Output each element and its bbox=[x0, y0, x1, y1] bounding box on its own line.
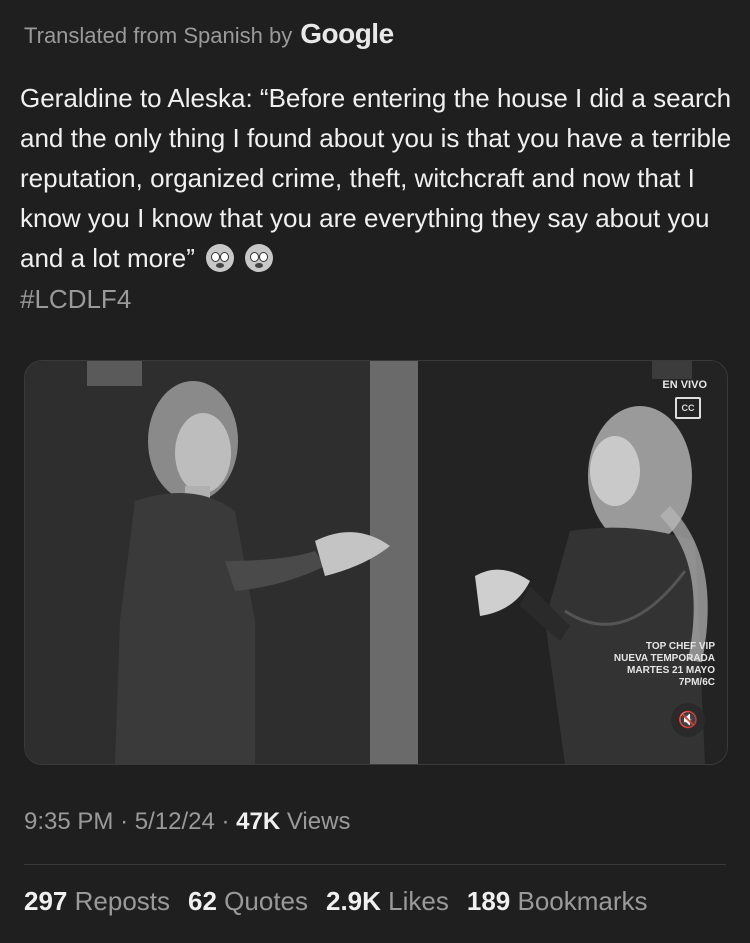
promo-line: MARTES 21 MAYO bbox=[627, 665, 715, 676]
reposts-stat[interactable]: 297 Reposts bbox=[24, 886, 170, 917]
likes-stat[interactable]: 2.9K Likes bbox=[326, 886, 449, 917]
reposts-count: 297 bbox=[24, 886, 68, 916]
closed-captions-icon[interactable]: CC bbox=[675, 397, 701, 419]
tweet-date[interactable]: 5/12/24 bbox=[135, 808, 215, 835]
likes-label: Likes bbox=[388, 886, 449, 916]
translation-attribution[interactable]: Translated from Spanish by Google bbox=[24, 18, 394, 50]
quotes-stat[interactable]: 62 Quotes bbox=[188, 886, 308, 917]
bookmarks-stat[interactable]: 189 Bookmarks bbox=[467, 886, 648, 917]
flushed-face-emoji bbox=[245, 244, 274, 272]
tweet-body: Geraldine to Aleska: “Before entering th… bbox=[20, 83, 732, 273]
promo-line: NUEVA TEMPORADA bbox=[613, 653, 715, 664]
google-logo: Google bbox=[300, 18, 394, 49]
video-frame bbox=[25, 361, 727, 764]
promo-line: TOP CHEF VIP bbox=[645, 641, 715, 652]
engagement-stats: 297 Reposts 62 Quotes 2.9K Likes 189 Boo… bbox=[24, 886, 648, 917]
mute-button[interactable]: 🔇 bbox=[671, 703, 705, 737]
translation-prefix: Translated from Spanish by bbox=[24, 23, 293, 48]
promo-overlay: TOP CHEF VIP NUEVA TEMPORADA MARTES 21 M… bbox=[614, 641, 715, 689]
separator-dot: · bbox=[120, 808, 135, 835]
quotes-label: Quotes bbox=[224, 886, 308, 916]
promo-line: 7PM/6C bbox=[678, 677, 715, 688]
hashtag-link[interactable]: #LCDLF4 bbox=[20, 284, 131, 315]
divider bbox=[24, 864, 726, 865]
separator-dot: · bbox=[221, 808, 237, 835]
speaker-muted-icon: 🔇 bbox=[678, 712, 698, 729]
bookmarks-label: Bookmarks bbox=[517, 886, 648, 916]
tweet-time[interactable]: 9:35 PM bbox=[24, 808, 113, 835]
likes-count: 2.9K bbox=[326, 886, 381, 916]
quotes-count: 62 bbox=[188, 886, 217, 916]
live-label: EN VIVO bbox=[662, 379, 707, 391]
video-player[interactable]: EN VIVO CC TOP CHEF VIP NUEVA TEMPORADA … bbox=[24, 360, 728, 765]
reposts-label: Reposts bbox=[74, 886, 171, 916]
tweet-text: Geraldine to Aleska: “Before entering th… bbox=[20, 78, 735, 278]
views-count: 47K bbox=[236, 808, 281, 835]
bookmarks-count: 189 bbox=[466, 886, 511, 916]
fearful-face-emoji bbox=[206, 244, 235, 272]
tweet-metadata: 9:35 PM · 5/12/24 · 47K Views bbox=[24, 808, 350, 836]
views-label: Views bbox=[286, 808, 351, 835]
